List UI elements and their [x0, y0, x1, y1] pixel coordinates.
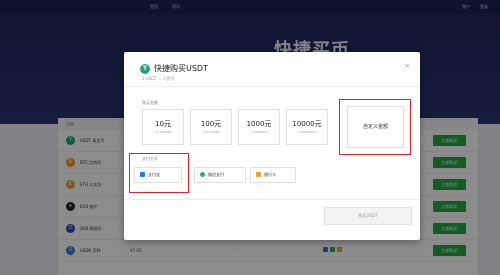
- close-icon[interactable]: ×: [404, 62, 410, 70]
- bank-card-label: 银行卡: [264, 172, 276, 177]
- amount-option-10000[interactable]: 10000元 ≈1430USDT: [286, 109, 328, 145]
- amount-value: 100元: [200, 120, 222, 128]
- wechat-pay-button[interactable]: 微信支付: [194, 167, 246, 183]
- custom-amount-button[interactable]: 自定义金额: [347, 106, 404, 148]
- wechat-pay-icon: [200, 172, 205, 177]
- amount-option-10[interactable]: 10元 ≈1.43USDT: [142, 109, 184, 145]
- amount-sub: ≈1430USDT: [297, 130, 317, 134]
- amount-value: 10元: [155, 120, 171, 128]
- amount-label: 购买金额: [142, 100, 158, 105]
- wechat-pay-label: 微信支付: [208, 172, 224, 177]
- amount-sub: ≈143USDT: [250, 130, 268, 134]
- modal-subtitle: 1 USDT ≈ 人民币: [142, 76, 175, 81]
- usdt-logo-icon: T: [140, 64, 150, 74]
- amount-option-100[interactable]: 100元 ≈14.3USDT: [190, 109, 232, 145]
- amount-sub: ≈1.43USDT: [154, 130, 172, 134]
- bank-card-button[interactable]: 银行卡: [250, 167, 296, 183]
- alipay-label: 支付宝: [148, 172, 160, 177]
- alipay-button[interactable]: 支付宝: [134, 167, 182, 183]
- buy-usdt-button[interactable]: 购买USDT: [324, 207, 412, 225]
- divider: [124, 86, 420, 87]
- amount-value: 10000元: [292, 120, 322, 128]
- custom-amount-highlight: 自定义金额: [339, 99, 411, 155]
- alipay-icon: [140, 172, 145, 177]
- divider: [124, 199, 420, 200]
- amount-value: 1000元: [246, 120, 272, 128]
- amount-option-1000[interactable]: 1000元 ≈143USDT: [238, 109, 280, 145]
- quick-buy-modal: T 快捷购买USDT 1 USDT ≈ 人民币 × 购买金额 10元 ≈1.43…: [124, 52, 420, 240]
- amount-sub: ≈14.3USDT: [202, 130, 220, 134]
- modal-title: 快捷购买USDT: [154, 64, 208, 73]
- bank-card-icon: [256, 172, 261, 177]
